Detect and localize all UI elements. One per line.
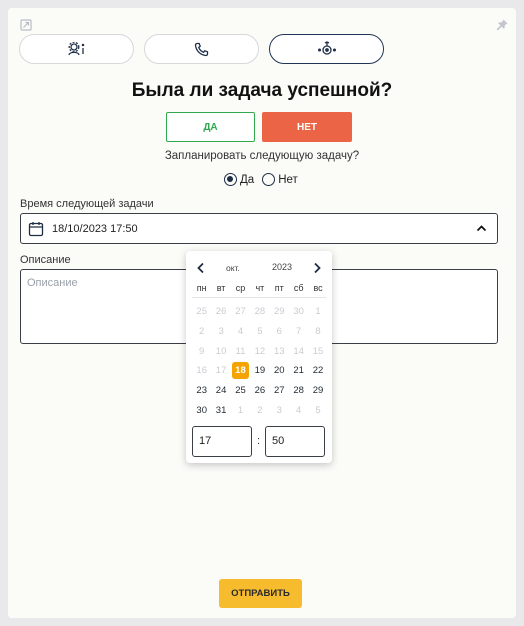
calendar-day[interactable]: 2 <box>250 400 269 420</box>
meeting-icon <box>317 41 336 55</box>
weekday-label: чт <box>255 283 265 293</box>
calendar-day[interactable]: 6 <box>270 322 289 342</box>
calendar-day[interactable]: 22 <box>308 361 327 381</box>
schedule-radio-group: Да Нет <box>224 173 298 186</box>
hour-input[interactable]: 17 <box>192 426 252 457</box>
calendar-day[interactable]: 15 <box>308 341 327 361</box>
day-grid: 25 26 27 28 29 30 1 2 3 4 5 6 7 8 9 10 11 12 13 14 15 16 17 18 1… <box>192 302 328 420</box>
calendar-day-selected[interactable]: 18 <box>231 362 249 380</box>
calendar-day[interactable]: 30 <box>192 400 211 420</box>
weekday-label: сб <box>293 283 304 293</box>
calendar-day[interactable]: 13 <box>270 341 289 361</box>
calendar-day[interactable]: 28 <box>289 381 308 401</box>
radio-label-no: Нет <box>278 173 298 186</box>
calendar-day[interactable]: 26 <box>250 381 269 401</box>
calendar-day[interactable]: 23 <box>192 381 211 401</box>
weekday-label: пн <box>196 283 207 293</box>
calendar-day[interactable]: 4 <box>231 322 250 342</box>
success-no-button[interactable]: НЕТ <box>262 112 352 142</box>
weekday-label: вс <box>313 283 323 293</box>
datepicker-popup: окт. 2023 пн вт ср чт пт сб вс 25 26 27 28 29 30 1 2 3… <box>186 251 332 463</box>
schedule-question: Запланировать следующую задачу? <box>164 150 360 162</box>
calendar-day[interactable]: 10 <box>211 341 230 361</box>
calendar-day[interactable]: 26 <box>211 302 230 322</box>
description-label: Описание <box>20 254 71 266</box>
calendar-day[interactable]: 5 <box>250 322 269 342</box>
radio-label-yes: Да <box>240 173 255 186</box>
minute-input[interactable]: 50 <box>265 426 325 457</box>
activity-type-tabs <box>19 34 384 64</box>
calendar-day[interactable]: 21 <box>289 361 308 381</box>
weekday-header: пн вт ср чт пт сб вс <box>192 283 328 293</box>
tab-user-info[interactable] <box>19 34 134 64</box>
radio-checked-indicator[interactable] <box>224 173 237 186</box>
calendar-day[interactable]: 3 <box>211 322 230 342</box>
chevron-left-icon[interactable] <box>196 262 206 274</box>
weekday-label: вт <box>216 283 226 293</box>
weekday-label: ср <box>235 283 246 293</box>
calendar-day[interactable]: 20 <box>270 361 289 381</box>
tab-phone-call[interactable] <box>144 34 259 64</box>
calendar-day[interactable]: 14 <box>289 341 308 361</box>
time-separator: : <box>257 435 261 447</box>
calendar-day[interactable]: 28 <box>250 302 269 322</box>
calendar-day[interactable]: 30 <box>289 302 308 322</box>
calendar-day[interactable]: 16 <box>192 361 211 381</box>
schedule-no-radio[interactable]: Нет <box>262 173 298 186</box>
calendar-day[interactable]: 25 <box>192 302 211 322</box>
calendar-day[interactable]: 12 <box>250 341 269 361</box>
calendar-day[interactable]: 5 <box>308 400 327 420</box>
calendar-day[interactable]: 3 <box>270 400 289 420</box>
calendar-day[interactable]: 27 <box>270 381 289 401</box>
user-info-icon <box>67 42 84 56</box>
calendar-icon <box>28 221 44 236</box>
calendar-day[interactable]: 8 <box>308 322 327 342</box>
calendar-day[interactable]: 29 <box>308 381 327 401</box>
chevron-right-icon[interactable] <box>312 262 322 274</box>
calendar-day[interactable]: 31 <box>211 400 230 420</box>
calendar-day[interactable]: 24 <box>211 381 230 401</box>
page-title: Была ли задача успешной? <box>131 80 393 101</box>
calendar-day[interactable]: 27 <box>231 302 250 322</box>
tab-meeting[interactable] <box>269 34 384 64</box>
calendar-day[interactable]: 29 <box>270 302 289 322</box>
calendar-day[interactable]: 19 <box>250 361 269 381</box>
calendar-day[interactable]: 7 <box>289 322 308 342</box>
datepicker-header: окт. 2023 <box>186 261 332 275</box>
calendar-day[interactable]: 2 <box>192 322 211 342</box>
radio-unchecked-indicator[interactable] <box>262 173 276 186</box>
chevron-up-icon[interactable] <box>476 223 487 234</box>
calendar-day[interactable]: 9 <box>192 341 211 361</box>
expand-icon[interactable] <box>20 19 32 31</box>
submit-button[interactable]: ОТПРАВИТЬ <box>219 579 302 608</box>
next-time-value: 18/10/2023 17:50 <box>52 222 138 235</box>
calendar-day[interactable]: 1 <box>308 302 327 322</box>
datepicker-divider <box>192 297 326 298</box>
calendar-day[interactable]: 17 <box>211 361 230 381</box>
calendar-day[interactable]: 11 <box>231 341 250 361</box>
datepicker-month[interactable]: окт. <box>226 263 240 273</box>
calendar-day[interactable]: 25 <box>231 381 250 401</box>
next-time-field[interactable]: 18/10/2023 17:50 <box>20 213 498 244</box>
phone-icon <box>194 42 209 56</box>
next-time-label: Время следующей задачи <box>20 198 154 210</box>
schedule-yes-radio[interactable]: Да <box>224 173 254 186</box>
weekday-label: пт <box>274 283 284 293</box>
calendar-day[interactable]: 1 <box>231 400 250 420</box>
calendar-day[interactable]: 4 <box>289 400 308 420</box>
pin-icon[interactable] <box>496 19 508 31</box>
datepicker-year[interactable]: 2023 <box>272 262 292 272</box>
success-yes-button[interactable]: ДА <box>166 112 255 142</box>
